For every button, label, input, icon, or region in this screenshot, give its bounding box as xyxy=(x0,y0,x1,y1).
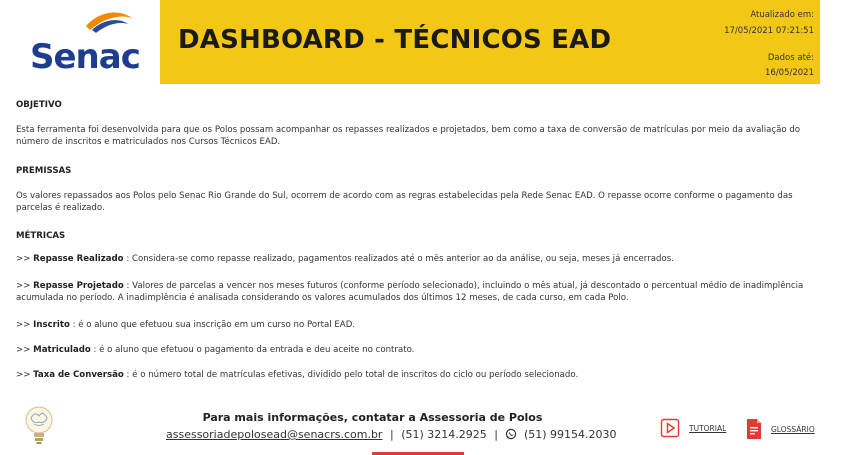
email-link[interactable]: assessoriadepolosead@senacrs.com.br xyxy=(166,428,382,441)
separator: | xyxy=(389,428,394,441)
metric-prefix: >> xyxy=(16,320,34,330)
metric-text: : Considera-se como repasse realizado, p… xyxy=(123,254,674,264)
metric-text: : Valores de parcelas a vencer nos meses… xyxy=(16,281,804,303)
section-text-objetivo: Esta ferramenta foi desenvolvida para qu… xyxy=(16,125,801,147)
phone-number: (51) 3214.2925 xyxy=(401,428,487,441)
footer-heading: Para mais informações, contatar a Assess… xyxy=(202,411,543,424)
metric-text: : é o aluno que efetuou o pagamento da e… xyxy=(90,345,415,355)
whatsapp-number: (51) 99154.2030 xyxy=(523,428,617,441)
metric-term: Matriculado xyxy=(33,345,91,355)
section-text-premissas: Os valores repassados aos Polos pelo Sen… xyxy=(16,191,793,213)
metric-item: >> Repasse Projetado : Valores de parcel… xyxy=(16,281,828,304)
data-until-value: 16/05/2021 xyxy=(765,68,814,78)
updated-value: 17/05/2021 07:21:51 xyxy=(724,26,814,36)
updated-label: Atualizado em: xyxy=(750,10,814,20)
tutorial-label: TUTORIAL xyxy=(689,423,727,433)
metric-text: : é o aluno que efetuou sua inscrição em… xyxy=(69,320,356,330)
section-title-objetivo: OBJETIVO xyxy=(16,100,62,110)
metric-item: >> Taxa de Conversão : é o número total … xyxy=(16,370,828,382)
page-title: DASHBOARD - TÉCNICOS EAD xyxy=(178,25,612,55)
metric-term: Taxa de Conversão xyxy=(33,370,124,380)
header-banner: DASHBOARD - TÉCNICOS EAD Atualizado em: … xyxy=(160,0,820,84)
footer-contact: assessoriadepolosead@senacrs.com.br | (5… xyxy=(166,428,617,441)
metric-prefix: >> xyxy=(16,254,34,264)
section-title-metricas: MÉTRICAS xyxy=(16,231,66,241)
metric-term: Inscrito xyxy=(33,320,70,330)
glossario-link[interactable]: GLOSSÁRIO xyxy=(746,418,815,440)
separator: | xyxy=(494,428,498,441)
metric-term: Repasse Realizado xyxy=(33,254,124,264)
section-title-premissas: PREMISSAS xyxy=(16,166,72,176)
metric-text: : é o número total de matrículas efetiva… xyxy=(123,370,579,380)
senac-logo: Senac xyxy=(28,8,146,78)
data-until-label: Dados até: xyxy=(767,53,814,63)
whatsapp-icon xyxy=(505,428,517,440)
metric-prefix: >> xyxy=(16,370,34,380)
svg-text:Senac: Senac xyxy=(30,37,140,77)
metric-item: >> Inscrito : é o aluno que efetuou sua … xyxy=(16,320,828,332)
play-icon xyxy=(660,418,680,438)
glossario-label: GLOSSÁRIO xyxy=(771,424,815,434)
metric-item: >> Matriculado : é o aluno que efetuou o… xyxy=(16,345,828,357)
metric-item: >> Repasse Realizado : Considera-se como… xyxy=(16,254,828,266)
metric-prefix: >> xyxy=(16,281,34,291)
metric-term: Repasse Projetado xyxy=(33,281,124,291)
tutorial-link[interactable]: TUTORIAL xyxy=(660,418,726,438)
document-icon xyxy=(747,419,761,439)
metric-prefix: >> xyxy=(16,345,34,355)
